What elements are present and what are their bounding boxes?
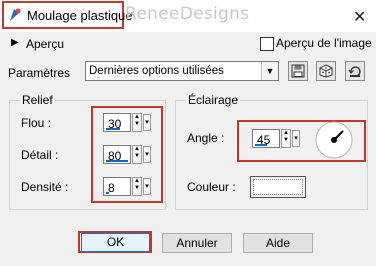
angle-spinner[interactable]: ▲ ▼ xyxy=(281,129,291,148)
color-swatch-fill xyxy=(253,179,303,195)
angle-dropdown[interactable]: ▾ xyxy=(292,130,300,147)
image-preview-checkbox[interactable] xyxy=(260,37,274,51)
color-label: Couleur : xyxy=(187,180,236,194)
settings-select[interactable]: Dernières options utilisées ▼ xyxy=(85,61,279,81)
blur-dropdown[interactable]: ▾ xyxy=(143,114,151,131)
color-swatch[interactable] xyxy=(250,176,306,198)
chevron-down-icon[interactable]: ▼ xyxy=(261,62,278,80)
detail-spinner[interactable]: ▲ ▼ xyxy=(132,145,142,164)
reset-icon xyxy=(348,66,361,77)
image-preview-label[interactable]: Aperçu de l'image xyxy=(276,36,372,50)
detail-field[interactable]: 80 xyxy=(103,145,131,164)
blur-field[interactable]: 30 xyxy=(103,113,131,132)
density-spinner[interactable]: ▲ ▼ xyxy=(132,177,142,196)
save-preset-button[interactable] xyxy=(288,61,308,81)
relief-group-title: Relief xyxy=(20,93,55,107)
close-icon[interactable]: ✕ xyxy=(353,7,366,27)
settings-label: Paramètres xyxy=(8,66,71,80)
save-preset-icon xyxy=(291,64,305,78)
expand-preview-icon[interactable]: ▶ xyxy=(11,37,19,48)
angle-field[interactable]: 45 xyxy=(252,129,280,148)
angle-label: Angle : xyxy=(187,131,225,145)
settings-select-value: Dernières options utilisées xyxy=(89,65,224,77)
blur-label: Flou : xyxy=(21,116,52,130)
reset-button[interactable] xyxy=(345,61,365,81)
density-dropdown[interactable]: ▾ xyxy=(143,178,151,195)
density-label: Densité : xyxy=(21,180,69,194)
randomize-button[interactable] xyxy=(316,61,336,81)
watermark: ReneeDesigns xyxy=(125,4,250,24)
angle-dial-icon xyxy=(315,121,353,159)
lighting-group-title: Éclairage xyxy=(186,93,241,107)
angle-dial[interactable] xyxy=(314,120,354,160)
randomize-icon xyxy=(319,64,333,78)
blur-spinner[interactable]: ▲ ▼ xyxy=(132,113,142,132)
density-field[interactable]: 8 xyxy=(103,177,131,196)
app-icon xyxy=(7,7,23,23)
help-button[interactable]: Aide xyxy=(243,233,313,253)
density-value: 8 xyxy=(108,181,115,195)
window-title: Moulage plastique xyxy=(27,8,133,23)
ok-button[interactable]: OK xyxy=(81,233,150,252)
preview-toggle-label[interactable]: Aperçu xyxy=(26,37,64,51)
detail-dropdown[interactable]: ▾ xyxy=(143,146,151,163)
cancel-button[interactable]: Annuler xyxy=(162,233,232,253)
detail-label: Détail : xyxy=(21,148,59,162)
